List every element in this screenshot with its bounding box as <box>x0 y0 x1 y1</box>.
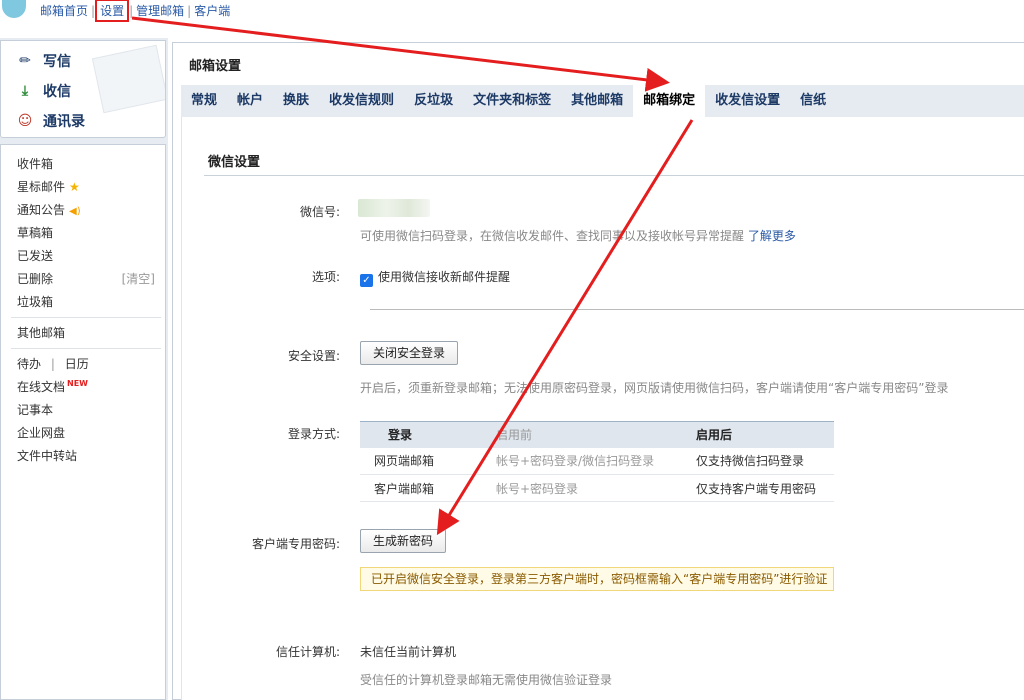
topnav-home[interactable]: 邮箱首页 <box>40 2 88 19</box>
star-icon: ★ <box>69 180 80 194</box>
trusted-computer-hint: 受信任的计算机登录邮箱无需使用微信验证登录 <box>360 673 613 687</box>
divider <box>370 309 1024 310</box>
trusted-computer-value: 未信任当前计算机 <box>360 645 457 659</box>
table-header: 启用后 <box>688 421 834 448</box>
todo-calendar-row: 待办 | 日历 <box>17 355 89 372</box>
envelope-decoration <box>91 44 165 114</box>
folder-notice-label: 通知公告 <box>17 203 66 217</box>
client-password-notice: 已开启微信安全登录，登录第三方客户端时，密码框需输入“客户端专用密码”进行验证 <box>360 567 834 591</box>
tab-general[interactable]: 常规 <box>181 85 227 117</box>
clear-trash-link[interactable]: [清空] <box>122 270 155 287</box>
docs-link[interactable]: 在线文档 NEW <box>17 378 88 395</box>
tab-stationery[interactable]: 信纸 <box>790 85 836 117</box>
section-divider <box>204 175 1024 176</box>
sidebar: ✏ 写信 ⤓ 收信 ☺ 通讯录 收件箱 星标邮件 ★ 通知公告 ◀) 草稿箱 已发送… <box>0 38 168 700</box>
folder-deleted[interactable]: 已删除 [清空] <box>17 270 161 287</box>
contacts-label: 通讯录 <box>43 114 85 130</box>
page-title: 邮箱设置 <box>189 59 242 74</box>
folder-spam[interactable]: 垃圾箱 <box>17 293 53 310</box>
todo-link[interactable]: 待办 <box>17 357 41 371</box>
download-icon: ⤓ <box>21 83 29 99</box>
learn-more-link[interactable]: 了解更多 <box>748 229 796 243</box>
new-badge: NEW <box>67 379 88 388</box>
transfer-link[interactable]: 文件中转站 <box>17 447 77 464</box>
table-cell: 仅支持微信扫码登录 <box>688 447 834 475</box>
speaker-icon: ◀) <box>69 206 81 217</box>
table-cell: 仅支持客户端专用密码 <box>688 474 834 502</box>
tab-folders[interactable]: 文件夹和标签 <box>463 85 561 117</box>
login-method-label: 登录方式: <box>287 427 340 441</box>
topnav-settings[interactable]: 设置 <box>95 0 130 22</box>
table-cell: 帐号+密码登录 <box>488 474 688 502</box>
separator: | <box>50 357 55 371</box>
tab-account[interactable]: 帐户 <box>227 85 273 117</box>
folder-starred[interactable]: 星标邮件 ★ <box>17 178 80 195</box>
section-title: 微信设置 <box>208 155 261 170</box>
contacts-button[interactable]: ☺ 通讯录 <box>15 111 85 131</box>
inbox-button[interactable]: ⤓ 收信 <box>15 81 71 101</box>
folder-inbox[interactable]: 收件箱 <box>17 155 53 172</box>
pencil-icon: ✏ <box>19 53 31 69</box>
table-header: 登录 <box>360 421 488 448</box>
table-header: 启用前 <box>488 421 688 448</box>
options-label: 选项: <box>311 270 340 284</box>
notes-link[interactable]: 记事本 <box>17 401 53 418</box>
option-label: 使用微信接收新邮件提醒 <box>378 270 511 284</box>
checkbox-checked-icon[interactable]: ✓ <box>360 274 373 287</box>
folder-list: 收件箱 星标邮件 ★ 通知公告 ◀) 草稿箱 已发送 已删除 [清空] 垃圾箱 其他… <box>0 144 166 700</box>
disable-secure-login-button[interactable]: 关闭安全登录 <box>360 341 459 365</box>
compose-label: 写信 <box>43 54 71 70</box>
login-method-table: 登录 启用前 启用后 网页端邮箱 帐号+密码登录/微信扫码登录 仅支持微信扫码登… <box>360 421 834 502</box>
tab-send-receive[interactable]: 收发信设置 <box>705 85 790 117</box>
divider <box>11 348 161 349</box>
client-password-label: 客户端专用密码: <box>251 537 340 551</box>
inbox-label: 收信 <box>43 84 71 100</box>
top-bar: 邮箱首页 | 设置 | 管理邮箱 | 客户端 <box>0 0 1024 38</box>
settings-content: 微信设置 微信号: 可使用微信扫码登录，在微信收发邮件、查找同事以及接收帐号异常… <box>181 117 1024 700</box>
table-cell: 客户端邮箱 <box>360 474 488 502</box>
top-nav: 邮箱首页 | 设置 | 管理邮箱 | 客户端 <box>40 0 230 22</box>
quick-actions: ✏ 写信 ⤓ 收信 ☺ 通讯录 <box>0 40 166 138</box>
folder-other[interactable]: 其他邮箱 <box>17 324 65 341</box>
wechat-id-hint-text: 可使用微信扫码登录，在微信收发邮件、查找同事以及接收帐号异常提醒 <box>360 229 745 243</box>
folder-starred-label: 星标邮件 <box>17 180 66 194</box>
contacts-icon: ☺ <box>17 113 33 129</box>
settings-tabs: 常规 帐户 换肤 收发信规则 反垃圾 文件夹和标签 其他邮箱 邮箱绑定 收发信设… <box>181 85 1024 117</box>
divider <box>11 317 161 318</box>
wechat-id-value <box>358 199 430 217</box>
wechat-id-hint: 可使用微信扫码登录，在微信收发邮件、查找同事以及接收帐号异常提醒 了解更多 <box>360 227 796 244</box>
topnav-separator: | <box>91 3 96 18</box>
tab-rules[interactable]: 收发信规则 <box>319 85 404 117</box>
wechat-id-label: 微信号: <box>299 205 340 219</box>
topnav-client[interactable]: 客户端 <box>194 2 230 19</box>
folder-sent[interactable]: 已发送 <box>17 247 53 264</box>
topnav-separator: | <box>129 3 134 18</box>
table-header-row: 登录 启用前 启用后 <box>360 421 834 448</box>
calendar-link[interactable]: 日历 <box>65 357 89 371</box>
logo-icon[interactable] <box>2 0 26 18</box>
main-panel: 邮箱设置 常规 帐户 换肤 收发信规则 反垃圾 文件夹和标签 其他邮箱 邮箱绑定… <box>172 42 1024 700</box>
table-cell: 网页端邮箱 <box>360 447 488 475</box>
tab-skin[interactable]: 换肤 <box>273 85 319 117</box>
compose-button[interactable]: ✏ 写信 <box>15 51 71 71</box>
folder-notice[interactable]: 通知公告 ◀) <box>17 201 81 218</box>
generate-password-button[interactable]: 生成新密码 <box>360 529 447 553</box>
new-mail-reminder-option[interactable]: ✓ 使用微信接收新邮件提醒 <box>360 268 510 287</box>
tab-binding[interactable]: 邮箱绑定 <box>633 85 706 117</box>
topnav-separator: | <box>187 3 192 18</box>
security-label: 安全设置: <box>287 349 340 363</box>
trusted-computer-label: 信任计算机: <box>275 645 340 659</box>
folder-drafts[interactable]: 草稿箱 <box>17 224 53 241</box>
tab-antispam[interactable]: 反垃圾 <box>404 85 463 117</box>
table-cell: 帐号+密码登录/微信扫码登录 <box>488 447 688 475</box>
security-hint: 开启后，须重新登录邮箱；无法使用原密码登录，网页版请使用微信扫码，客户端请使用“… <box>360 381 949 395</box>
folder-deleted-label: 已删除 <box>17 272 54 286</box>
table-row: 客户端邮箱 帐号+密码登录 仅支持客户端专用密码 <box>360 474 834 502</box>
tab-other-mail[interactable]: 其他邮箱 <box>561 85 633 117</box>
table-row: 网页端邮箱 帐号+密码登录/微信扫码登录 仅支持微信扫码登录 <box>360 447 834 475</box>
topnav-manage[interactable]: 管理邮箱 <box>136 2 184 19</box>
docs-label: 在线文档 <box>17 380 66 394</box>
disk-link[interactable]: 企业网盘 <box>17 424 65 441</box>
